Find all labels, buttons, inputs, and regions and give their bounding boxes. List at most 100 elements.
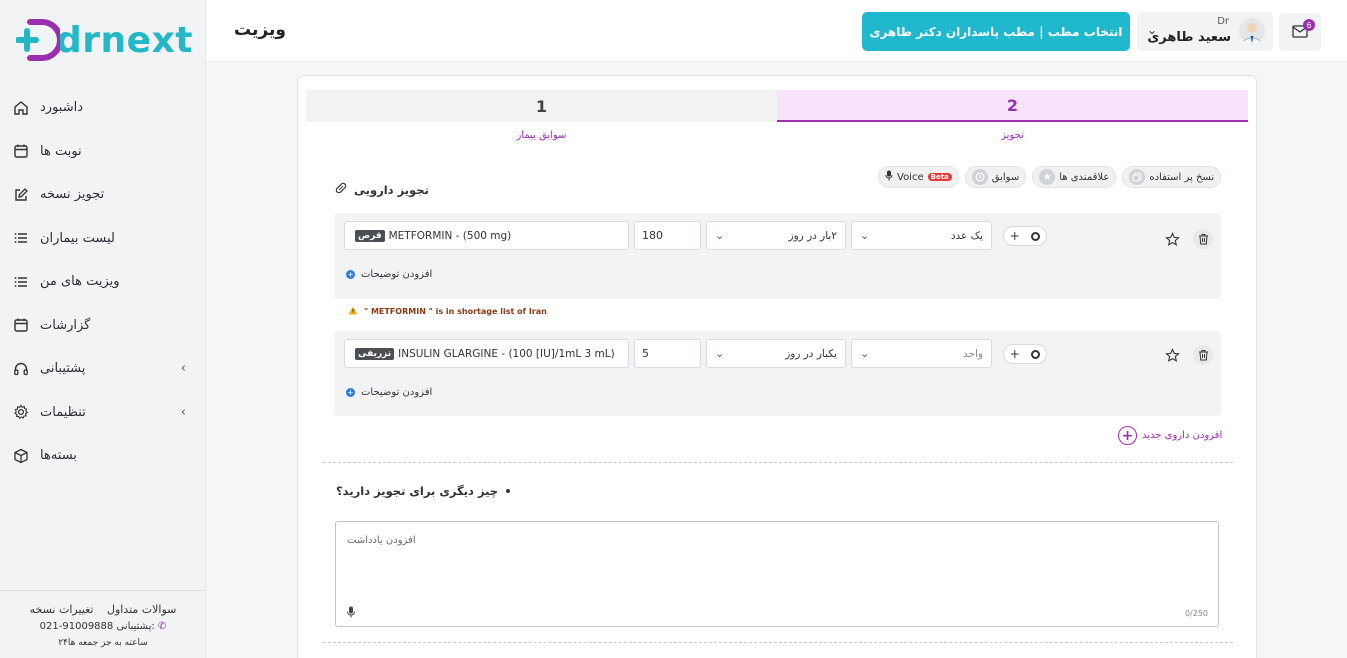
voice-chip[interactable]: Voice Beta	[878, 166, 959, 188]
avatar	[1239, 18, 1265, 44]
dose-stepper[interactable]: +	[1003, 226, 1047, 246]
faq-link[interactable]: سوالات متداول	[107, 603, 176, 616]
drug-name: INSULIN GLARGINE - (100 [IU]/1mL 3 mL)	[398, 347, 615, 360]
history-label: سوابق	[991, 171, 1020, 183]
voice-label: Voice	[897, 171, 924, 183]
user-menu[interactable]: ⌄ Dr سعید طاهری	[1137, 12, 1273, 51]
star-icon[interactable]	[1162, 345, 1182, 365]
chevron-left-icon: ‹	[180, 361, 186, 377]
frequent-prescriptions-chip[interactable]: نسخ پر استفاده	[1122, 166, 1222, 188]
add-description-link[interactable]: + افزودن توضیحات	[346, 269, 432, 280]
sidebar-nav: داشبورد نوبت ها تجویز نسخه لیست بیماران …	[0, 86, 206, 478]
select-clinic-button[interactable]: انتخاب مطب | مطب پاسداران دکتر طاهری	[862, 12, 1130, 51]
sidebar-item-packages[interactable]: بسته‌ها	[0, 434, 206, 478]
sidebar-footer: سوالات متداول تغییرات نسخه 021-91009888 …	[0, 590, 206, 658]
chevron-down-icon: ⌄	[715, 347, 725, 360]
drug-prescription-title: تجویز دارویی	[334, 181, 429, 198]
mic-icon[interactable]	[346, 606, 356, 618]
notifications-button[interactable]: 6	[1279, 13, 1321, 51]
copy-icon	[1129, 169, 1146, 185]
sidebar-item-dashboard[interactable]: داشبورد	[0, 86, 206, 130]
add-description-link[interactable]: + افزودن توضیحات	[346, 387, 432, 398]
dose-select[interactable]: ⌄ واحد	[851, 339, 992, 368]
list-icon	[12, 273, 30, 291]
favorites-chip[interactable]: ★ علاقمندی ها	[1032, 166, 1117, 188]
frequency-select[interactable]: ⌄ یکبار در روز	[706, 339, 846, 368]
calendar-icon	[12, 316, 30, 334]
trash-icon[interactable]	[1193, 229, 1213, 249]
bullet-icon	[506, 489, 511, 493]
chevron-down-icon: ⌄	[860, 347, 870, 360]
frequency-select[interactable]: ⌄ ۲بار در روز	[706, 221, 846, 250]
sidebar-item-label: تجویز نسخه	[40, 187, 105, 203]
plus-icon: +	[346, 270, 355, 279]
plus-circle-icon: +	[1118, 426, 1137, 445]
sidebar-item-support[interactable]: پشتیبانی ‹	[0, 347, 206, 391]
sidebar-item-patients[interactable]: لیست بیماران	[0, 217, 206, 261]
quantity-input[interactable]: 180	[634, 221, 701, 250]
chevron-down-icon: ⌄	[715, 229, 725, 242]
character-counter: 0/250	[1184, 609, 1208, 618]
note-placeholder: افزودن یادداشت	[347, 535, 416, 546]
sidebar-item-prescribe[interactable]: تجویز نسخه	[0, 173, 206, 217]
extra-prescription-question: چیز دیگری برای تجویز دارید؟	[336, 484, 511, 498]
pill-icon	[334, 181, 348, 198]
drnext-logo-icon	[16, 19, 60, 61]
star-icon: ★	[1039, 169, 1056, 185]
dose-stepper[interactable]: +	[1003, 344, 1047, 364]
divider	[323, 462, 1233, 463]
chevron-down-icon: ⌄	[860, 229, 870, 242]
sidebar-item-label: داشبورد	[40, 100, 83, 116]
sidebar-item-label: تنظیمات	[40, 404, 86, 420]
support-phone: 021-91009888 پشتیبانی: ✆	[0, 621, 206, 632]
star-icon[interactable]	[1162, 229, 1182, 249]
add-description-label: افزودن توضیحات	[361, 269, 433, 280]
gear-icon	[12, 403, 30, 421]
drug-name-field[interactable]: تزریقی INSULIN GLARGINE - (100 [IU]/1mL …	[344, 339, 629, 368]
warning-icon	[348, 306, 358, 317]
frequency-value: ۲بار در روز	[788, 229, 837, 242]
plus-icon[interactable]: +	[1010, 229, 1020, 243]
quantity-input[interactable]: 5	[634, 339, 701, 368]
add-new-drug-label: افزودن داروی جدید	[1142, 430, 1223, 441]
sidebar-item-label: پشتیبانی	[40, 361, 86, 377]
drug-row: قرص METFORMIN - (500 mg) 180 ⌄ ۲بار در ر…	[334, 213, 1221, 299]
sidebar-item-my-visits[interactable]: ویزیت های من	[0, 260, 206, 304]
user-role: Dr	[1217, 16, 1229, 27]
dose-value: واحد	[963, 347, 983, 360]
sidebar-item-appointments[interactable]: نوبت ها	[0, 130, 206, 174]
drug-name: METFORMIN - (500 mg)	[388, 229, 512, 242]
note-textarea[interactable]: افزودن یادداشت 0/250	[335, 521, 1219, 627]
changelog-link[interactable]: تغییرات نسخه	[30, 603, 94, 616]
notification-badge: 6	[1303, 19, 1315, 31]
add-new-drug-button[interactable]: + افزودن داروی جدید	[1118, 426, 1222, 445]
home-icon	[12, 99, 30, 117]
question-text: چیز دیگری برای تجویز دارید؟	[336, 484, 499, 498]
user-name: سعید طاهری	[1147, 30, 1231, 45]
trash-icon[interactable]	[1193, 345, 1213, 365]
sidebar-item-settings[interactable]: تنظیمات ‹	[0, 391, 206, 435]
history-chip[interactable]: سوابق	[964, 166, 1027, 188]
step-2-tab[interactable]: 2	[777, 90, 1248, 122]
sidebar: drnext داشبورد نوبت ها تجویز نسخه لیست ب…	[0, 0, 206, 658]
list-icon	[12, 229, 30, 247]
step-1-label: سوابق بیمار	[516, 130, 567, 141]
logo[interactable]: drnext	[16, 14, 193, 66]
calendar-icon	[12, 142, 30, 160]
plus-icon[interactable]: +	[1010, 347, 1020, 361]
plus-icon: +	[346, 388, 355, 397]
chevron-left-icon: ‹	[180, 404, 186, 420]
headset-icon	[12, 360, 30, 378]
sidebar-item-label: بسته‌ها	[40, 448, 77, 464]
sidebar-item-label: ویزیت های من	[40, 274, 120, 290]
radio-icon	[1031, 231, 1041, 241]
sidebar-item-reports[interactable]: گزارشات	[0, 304, 206, 348]
drug-row: تزریقی INSULIN GLARGINE - (100 [IU]/1mL …	[334, 331, 1221, 416]
logo-text: drnext	[56, 19, 193, 61]
frequent-label: نسخ پر استفاده	[1149, 171, 1215, 183]
dose-select[interactable]: ⌄ یک عدد	[851, 221, 992, 250]
drug-name-field[interactable]: قرص METFORMIN - (500 mg)	[344, 221, 629, 250]
step-1-tab[interactable]: 1	[306, 90, 777, 122]
prescription-toolbar: Voice Beta سوابق ★ علاقمندی ها نسخ پر اس…	[878, 166, 1222, 188]
visit-card: 1 2 سوابق بیمار تجویز Voice Beta سوابق ★…	[297, 75, 1257, 658]
